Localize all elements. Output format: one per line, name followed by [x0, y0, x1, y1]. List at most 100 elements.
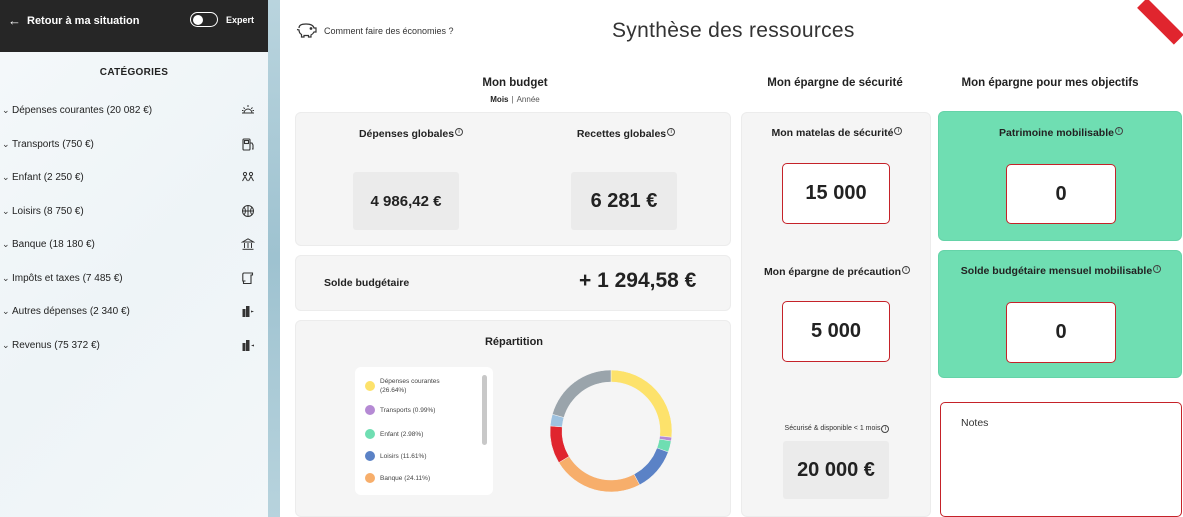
category-impots-taxes[interactable]: ⌄ Impôts et taxes (7 485 €) — [0, 266, 268, 290]
disponible-value: 20 000 € — [783, 441, 889, 499]
precaution-input[interactable]: 5 000 — [782, 301, 890, 362]
category-label: Loisirs (8 750 €) — [12, 205, 84, 217]
back-button[interactable]: ← Retour à ma situation — [8, 13, 139, 28]
tips-label: Comment faire des économies ? — [324, 26, 454, 36]
legend-item: Loisirs (11.61%) — [365, 451, 462, 461]
sidebar: ← Retour à ma situation Expert CATÉGORIE… — [0, 0, 268, 517]
solde-mensuel-input[interactable]: 0 — [1006, 302, 1116, 363]
matelas-label: Mon matelas de sécurité i — [742, 127, 932, 139]
category-label: Autres dépenses (2 340 €) — [12, 305, 130, 317]
matelas-label-text: Mon matelas de sécurité — [771, 127, 894, 139]
period-switch: Mois | Année — [475, 95, 555, 104]
piggy-bank-icon — [296, 22, 318, 40]
repartition-donut-chart — [550, 370, 672, 492]
expert-mode: Expert — [190, 12, 254, 27]
period-year-option[interactable]: Année — [517, 95, 540, 104]
page-title: Synthèse des ressources — [612, 19, 855, 42]
document-icon — [240, 270, 256, 286]
notes-label: Notes — [961, 417, 989, 429]
depenses-label-text: Dépenses globales — [358, 128, 455, 140]
recettes-value: 6 281 € — [571, 172, 677, 230]
category-label: Transports (750 €) — [12, 138, 94, 150]
legend-item: Enfant (2.98%) — [365, 429, 462, 439]
legend-label: Enfant (2.98%) — [380, 430, 424, 438]
category-loisirs[interactable]: ⌄ Loisirs (8 750 €) — [0, 199, 268, 223]
legend-swatch — [365, 473, 375, 483]
solde-label: Solde budgétaire — [324, 277, 410, 289]
category-label: Revenus (75 372 €) — [12, 339, 100, 351]
category-autres-depenses[interactable]: ⌄ Autres dépenses (2 340 €) — [0, 299, 268, 323]
building-out-icon — [240, 303, 256, 319]
categories-title: CATÉGORIES — [99, 67, 169, 78]
category-enfant[interactable]: ⌄ Enfant (2 250 €) — [0, 165, 268, 189]
patrimoine-card: Patrimoine mobilisable i 0 — [938, 111, 1182, 241]
info-icon[interactable]: i — [455, 128, 464, 136]
category-label: Dépenses courantes (20 082 €) — [12, 104, 153, 116]
solde-card: Solde budgétaire + 1 294,58 € — [295, 255, 731, 311]
chevron-down-icon: ⌄ — [2, 339, 10, 350]
donut-slice[interactable] — [633, 447, 669, 486]
children-icon — [240, 169, 256, 185]
info-icon[interactable]: i — [881, 425, 890, 433]
solde-mensuel-label-text: Solde budgétaire mensuel mobilisable — [960, 265, 1153, 277]
expert-toggle[interactable] — [190, 12, 218, 27]
budget-totals-card: Dépenses globales i 4 986,42 € Recettes g… — [295, 112, 731, 246]
patrimoine-input[interactable]: 0 — [1006, 164, 1116, 224]
legend-scrollbar[interactable] — [482, 375, 487, 445]
recettes-label-text: Recettes globales — [576, 128, 667, 140]
legend-item: Banque (24.11%) — [365, 473, 462, 483]
patrimoine-label-text: Patrimoine mobilisable — [999, 127, 1114, 139]
main-content: Comment faire des économies ? Synthèse d… — [280, 0, 1183, 517]
donut-slice[interactable] — [558, 456, 640, 492]
chart-legend: Dépenses courantes (26.64%) Transports (0… — [355, 367, 493, 495]
info-icon[interactable]: i — [902, 266, 911, 274]
legend-swatch — [365, 451, 375, 461]
legend-item: Dépenses courantes (26.64%) — [365, 377, 462, 395]
category-label: Enfant (2 250 €) — [12, 171, 84, 183]
legend-item: Transports (0.99%) — [365, 405, 462, 415]
sidebar-header: ← Retour à ma situation Expert — [0, 0, 268, 52]
notes-textarea[interactable]: Notes — [940, 402, 1182, 517]
solde-value: + 1 294,58 € — [579, 269, 697, 292]
chevron-down-icon: ⌄ — [2, 138, 10, 149]
securite-card: Mon matelas de sécurité i 15 000 Mon épar… — [741, 112, 931, 517]
bank-icon — [240, 236, 256, 252]
recettes-label: Recettes globales i — [571, 128, 681, 140]
period-month-option[interactable]: Mois — [490, 95, 508, 104]
legend-swatch — [365, 429, 375, 439]
chevron-down-icon: ⌄ — [2, 171, 10, 182]
depenses-value: 4 986,42 € — [353, 172, 459, 230]
info-icon[interactable]: i — [894, 127, 903, 135]
legend-label: Dépenses courantes (26.64%) — [380, 378, 440, 394]
category-depenses-courantes[interactable]: ⌄ Dépenses courantes (20 082 €) — [0, 98, 268, 122]
precaution-label: Mon épargne de précaution i — [742, 266, 932, 278]
category-revenus[interactable]: ⌄ Revenus (75 372 €) — [0, 333, 268, 357]
donut-slice[interactable] — [552, 370, 612, 418]
expert-label: Expert — [226, 14, 255, 25]
donut-slice[interactable] — [550, 425, 570, 463]
category-label: Banque (18 180 €) — [12, 238, 95, 250]
donut-slice[interactable] — [610, 370, 672, 438]
legend-swatch — [365, 405, 375, 415]
info-icon[interactable]: i — [1114, 127, 1123, 135]
chevron-down-icon: ⌄ — [2, 238, 10, 249]
category-banque[interactable]: ⌄ Banque (18 180 €) — [0, 232, 268, 256]
legend-swatch — [365, 381, 375, 391]
tips-link[interactable]: Comment faire des économies ? — [296, 22, 454, 40]
legend-label: Loisirs (11.61%) — [380, 452, 427, 460]
chevron-down-icon: ⌄ — [2, 272, 10, 283]
info-icon[interactable]: i — [667, 128, 676, 136]
matelas-input[interactable]: 15 000 — [782, 163, 890, 224]
fuel-pump-icon — [240, 136, 256, 152]
arrow-left-icon: ← — [8, 13, 21, 28]
categories-panel: CATÉGORIES ⌄ Dépenses courantes (20 082 … — [0, 52, 268, 517]
category-transports[interactable]: ⌄ Transports (750 €) — [0, 132, 268, 156]
legend-label: Banque (24.11%) — [380, 474, 431, 482]
category-label: Impôts et taxes (7 485 €) — [12, 272, 123, 284]
repartition-title: Répartition — [484, 336, 544, 348]
info-icon[interactable]: i — [1153, 265, 1162, 273]
sun-icon — [240, 102, 256, 118]
period-separator: | — [511, 95, 514, 104]
solde-mensuel-card: Solde budgétaire mensuel mobilisable i 0 — [938, 250, 1182, 378]
patrimoine-label: Patrimoine mobilisable i — [939, 127, 1183, 139]
